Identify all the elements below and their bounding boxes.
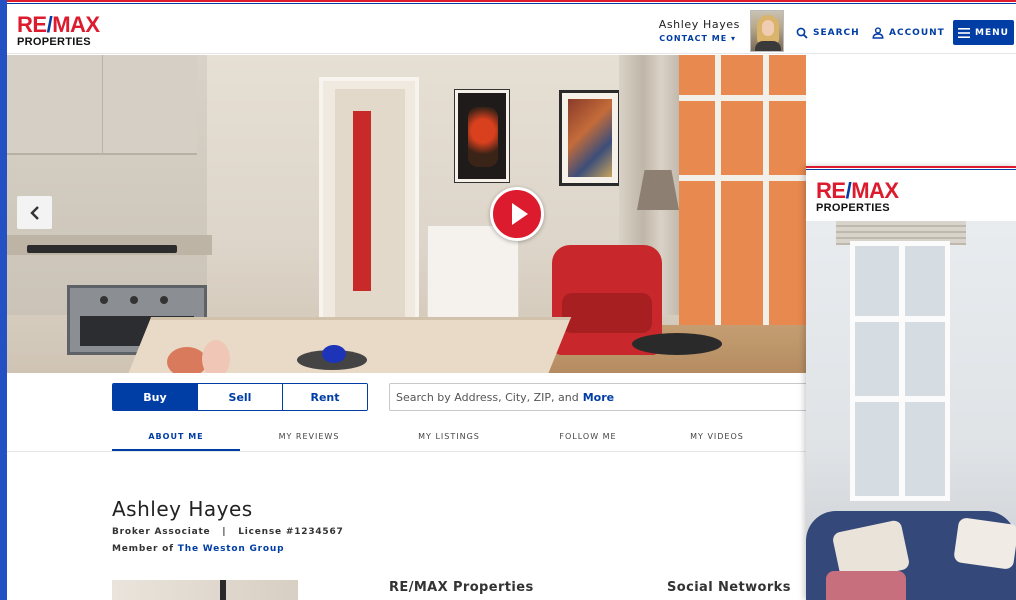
tab-rent[interactable]: Rent [283, 384, 367, 410]
tab-follow-me[interactable]: FOLLOW ME [524, 432, 652, 446]
interior-photo [806, 221, 1016, 600]
agent-credentials: Broker Associate | License #1234567 [112, 527, 344, 537]
menu-button[interactable]: MENU [953, 20, 1014, 45]
tabs-divider [7, 451, 806, 452]
hero-video[interactable] [7, 55, 806, 373]
agent-name-heading: Ashley Hayes [112, 497, 253, 521]
tab-sell[interactable]: Sell [198, 384, 283, 410]
play-icon [511, 203, 528, 225]
agent-photo [112, 580, 298, 600]
account-link[interactable]: ACCOUNT [872, 26, 945, 40]
user-icon [872, 27, 884, 39]
buy-sell-rent-toggle: Buy Sell Rent [112, 383, 368, 411]
tab-my-videos[interactable]: MY VIDEOS [653, 432, 781, 446]
tab-buy[interactable]: Buy [113, 384, 198, 410]
overlapping-window-panel[interactable]: RE/MAX PROPERTIES [806, 166, 1016, 600]
chevron-left-icon [29, 205, 39, 220]
play-video-button[interactable] [490, 187, 544, 241]
tab-my-listings[interactable]: MY LISTINGS [385, 432, 513, 446]
search-icon [796, 27, 808, 39]
property-search-input[interactable]: Search by Address, City, ZIP, and More [389, 383, 809, 411]
header-agent-name: Ashley Hayes [658, 18, 740, 31]
caret-down-icon: ▾ [730, 34, 736, 43]
remax-logo[interactable]: RE/MAX PROPERTIES [17, 14, 100, 48]
office-heading: RE/MAX Properties [389, 580, 534, 595]
tab-about-me[interactable]: ABOUT ME [112, 432, 240, 446]
team-link[interactable]: The Weston Group [178, 544, 285, 554]
contact-me-dropdown[interactable]: CONTACT ME ▾ [659, 34, 736, 43]
tab-my-reviews[interactable]: MY REVIEWS [245, 432, 373, 446]
previous-slide-button[interactable] [17, 196, 52, 229]
remax-logo-secondary[interactable]: RE/MAX PROPERTIES [816, 180, 899, 214]
agent-team: Member of The Weston Group [112, 544, 285, 554]
hamburger-icon [958, 27, 971, 38]
site-header: RE/MAX PROPERTIES Ashley Hayes CONTACT M… [7, 4, 1016, 54]
agent-avatar[interactable] [750, 10, 784, 52]
active-tab-indicator [112, 449, 240, 451]
social-networks-heading: Social Networks [667, 580, 791, 595]
search-link[interactable]: SEARCH [796, 26, 860, 40]
